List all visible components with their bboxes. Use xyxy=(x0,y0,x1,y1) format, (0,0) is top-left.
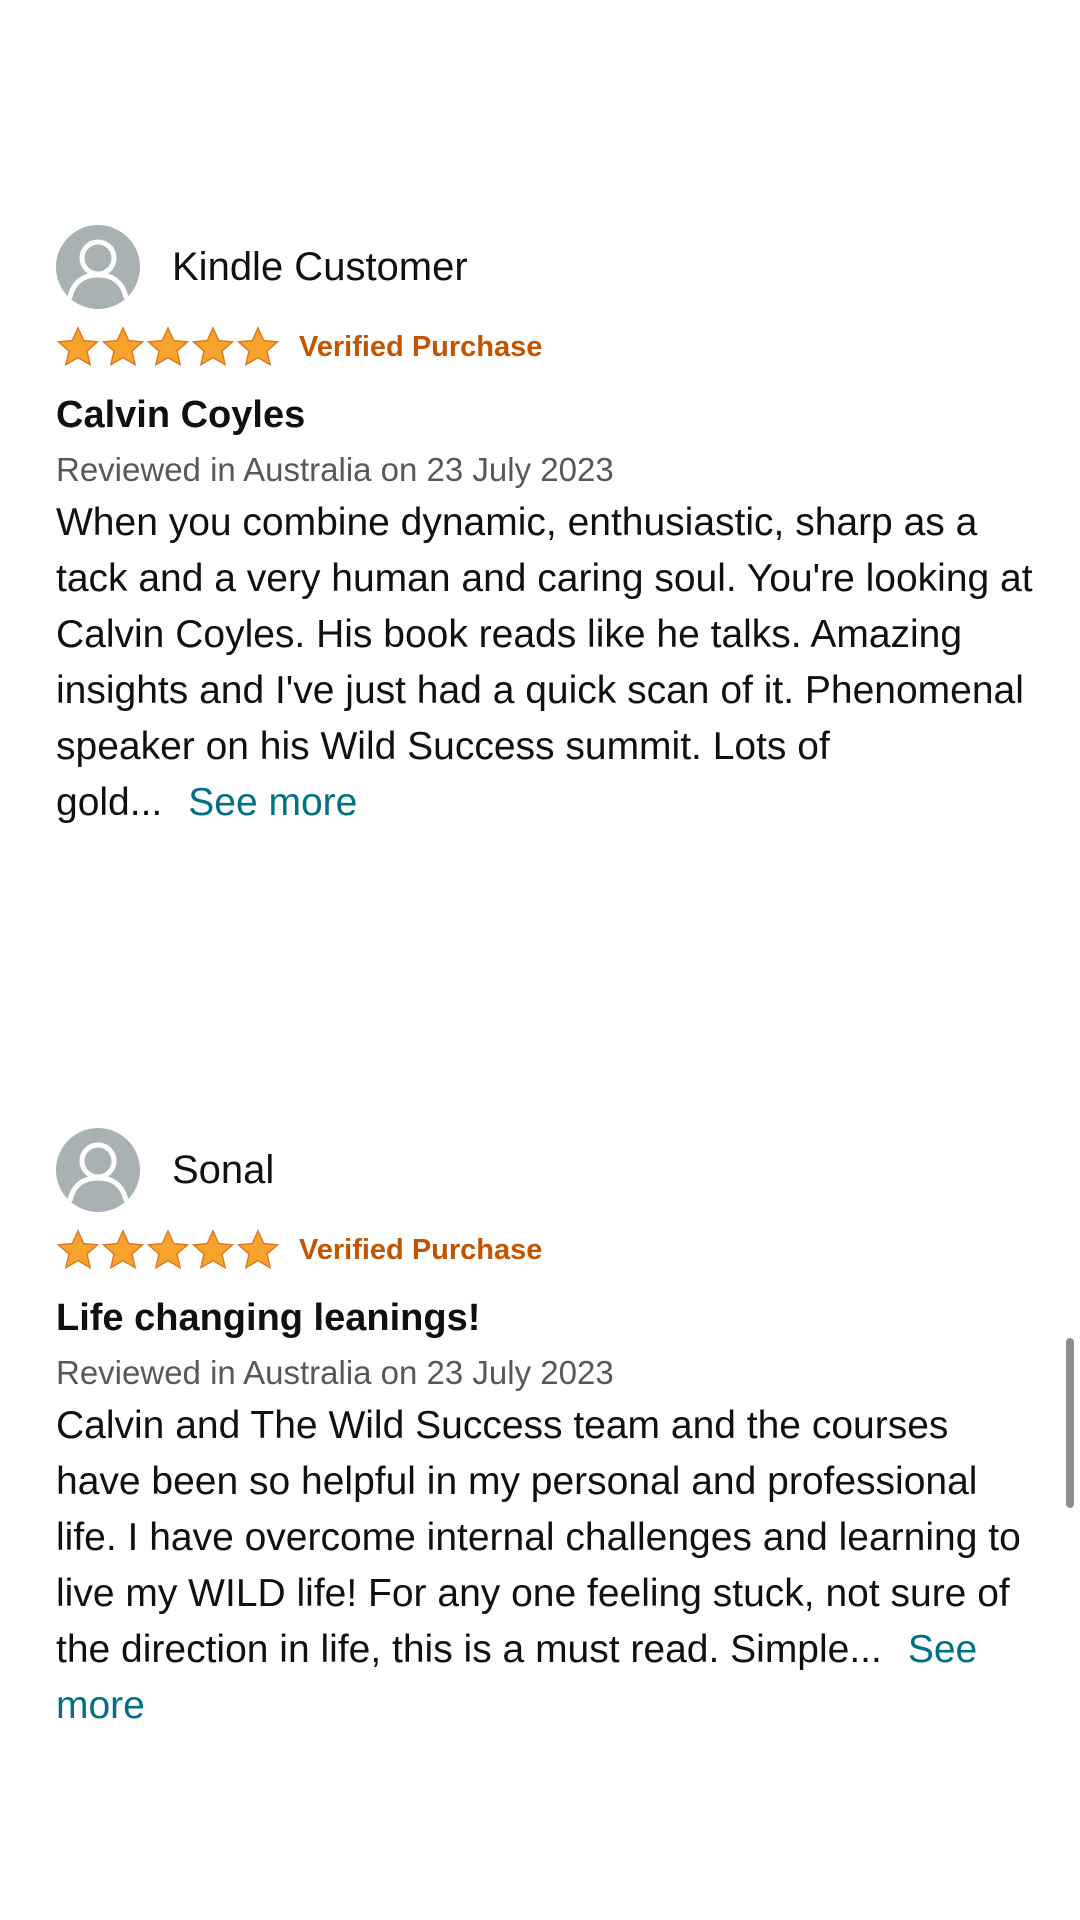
review-text: When you combine dynamic, enthusiastic, … xyxy=(56,501,1033,824)
star-icon xyxy=(191,1229,235,1270)
star-icon xyxy=(236,326,280,367)
review-date: Reviewed in Australia on 23 July 2023 xyxy=(56,1354,614,1391)
review-body: Calvin and The Wild Success team and the… xyxy=(56,1398,1036,1734)
star-icon xyxy=(101,1229,145,1270)
star-rating[interactable] xyxy=(56,1228,280,1272)
avatar[interactable] xyxy=(56,225,140,309)
review-card: Kindle Customer Verified Purchase Calvin… xyxy=(56,225,1036,831)
star-icon xyxy=(56,1229,100,1270)
see-more-link[interactable]: See more xyxy=(188,781,357,824)
verified-purchase-badge: Verified Purchase xyxy=(299,330,543,363)
star-icon xyxy=(191,326,235,367)
review-title[interactable]: Life changing leanings! xyxy=(56,1292,1036,1344)
star-icon xyxy=(146,1229,190,1270)
star-rating[interactable] xyxy=(56,325,280,369)
star-icon xyxy=(236,1229,280,1270)
reviewer-name[interactable]: Sonal xyxy=(172,1128,274,1212)
review-date: Reviewed in Australia on 23 July 2023 xyxy=(56,451,614,488)
rating-row: Verified Purchase xyxy=(56,319,1036,375)
verified-purchase-badge: Verified Purchase xyxy=(299,1233,543,1266)
review-body: When you combine dynamic, enthusiastic, … xyxy=(56,495,1036,831)
star-icon xyxy=(101,326,145,367)
user-silhouette-icon xyxy=(67,1142,129,1203)
rating-row: Verified Purchase xyxy=(56,1222,1036,1278)
star-icon xyxy=(146,326,190,367)
review-text: Calvin and The Wild Success team and the… xyxy=(56,1404,1021,1671)
scrollbar[interactable] xyxy=(1066,1338,1074,1508)
review-header: Sonal xyxy=(56,1128,1036,1212)
review-card: Sonal Verified Purchase Life changing le… xyxy=(56,1128,1036,1734)
review-title[interactable]: Calvin Coyles xyxy=(56,389,1036,441)
avatar[interactable] xyxy=(56,1128,140,1212)
reviewer-name[interactable]: Kindle Customer xyxy=(172,225,468,309)
star-icon xyxy=(56,326,100,367)
user-silhouette-icon xyxy=(67,239,129,300)
review-header: Kindle Customer xyxy=(56,225,1036,309)
